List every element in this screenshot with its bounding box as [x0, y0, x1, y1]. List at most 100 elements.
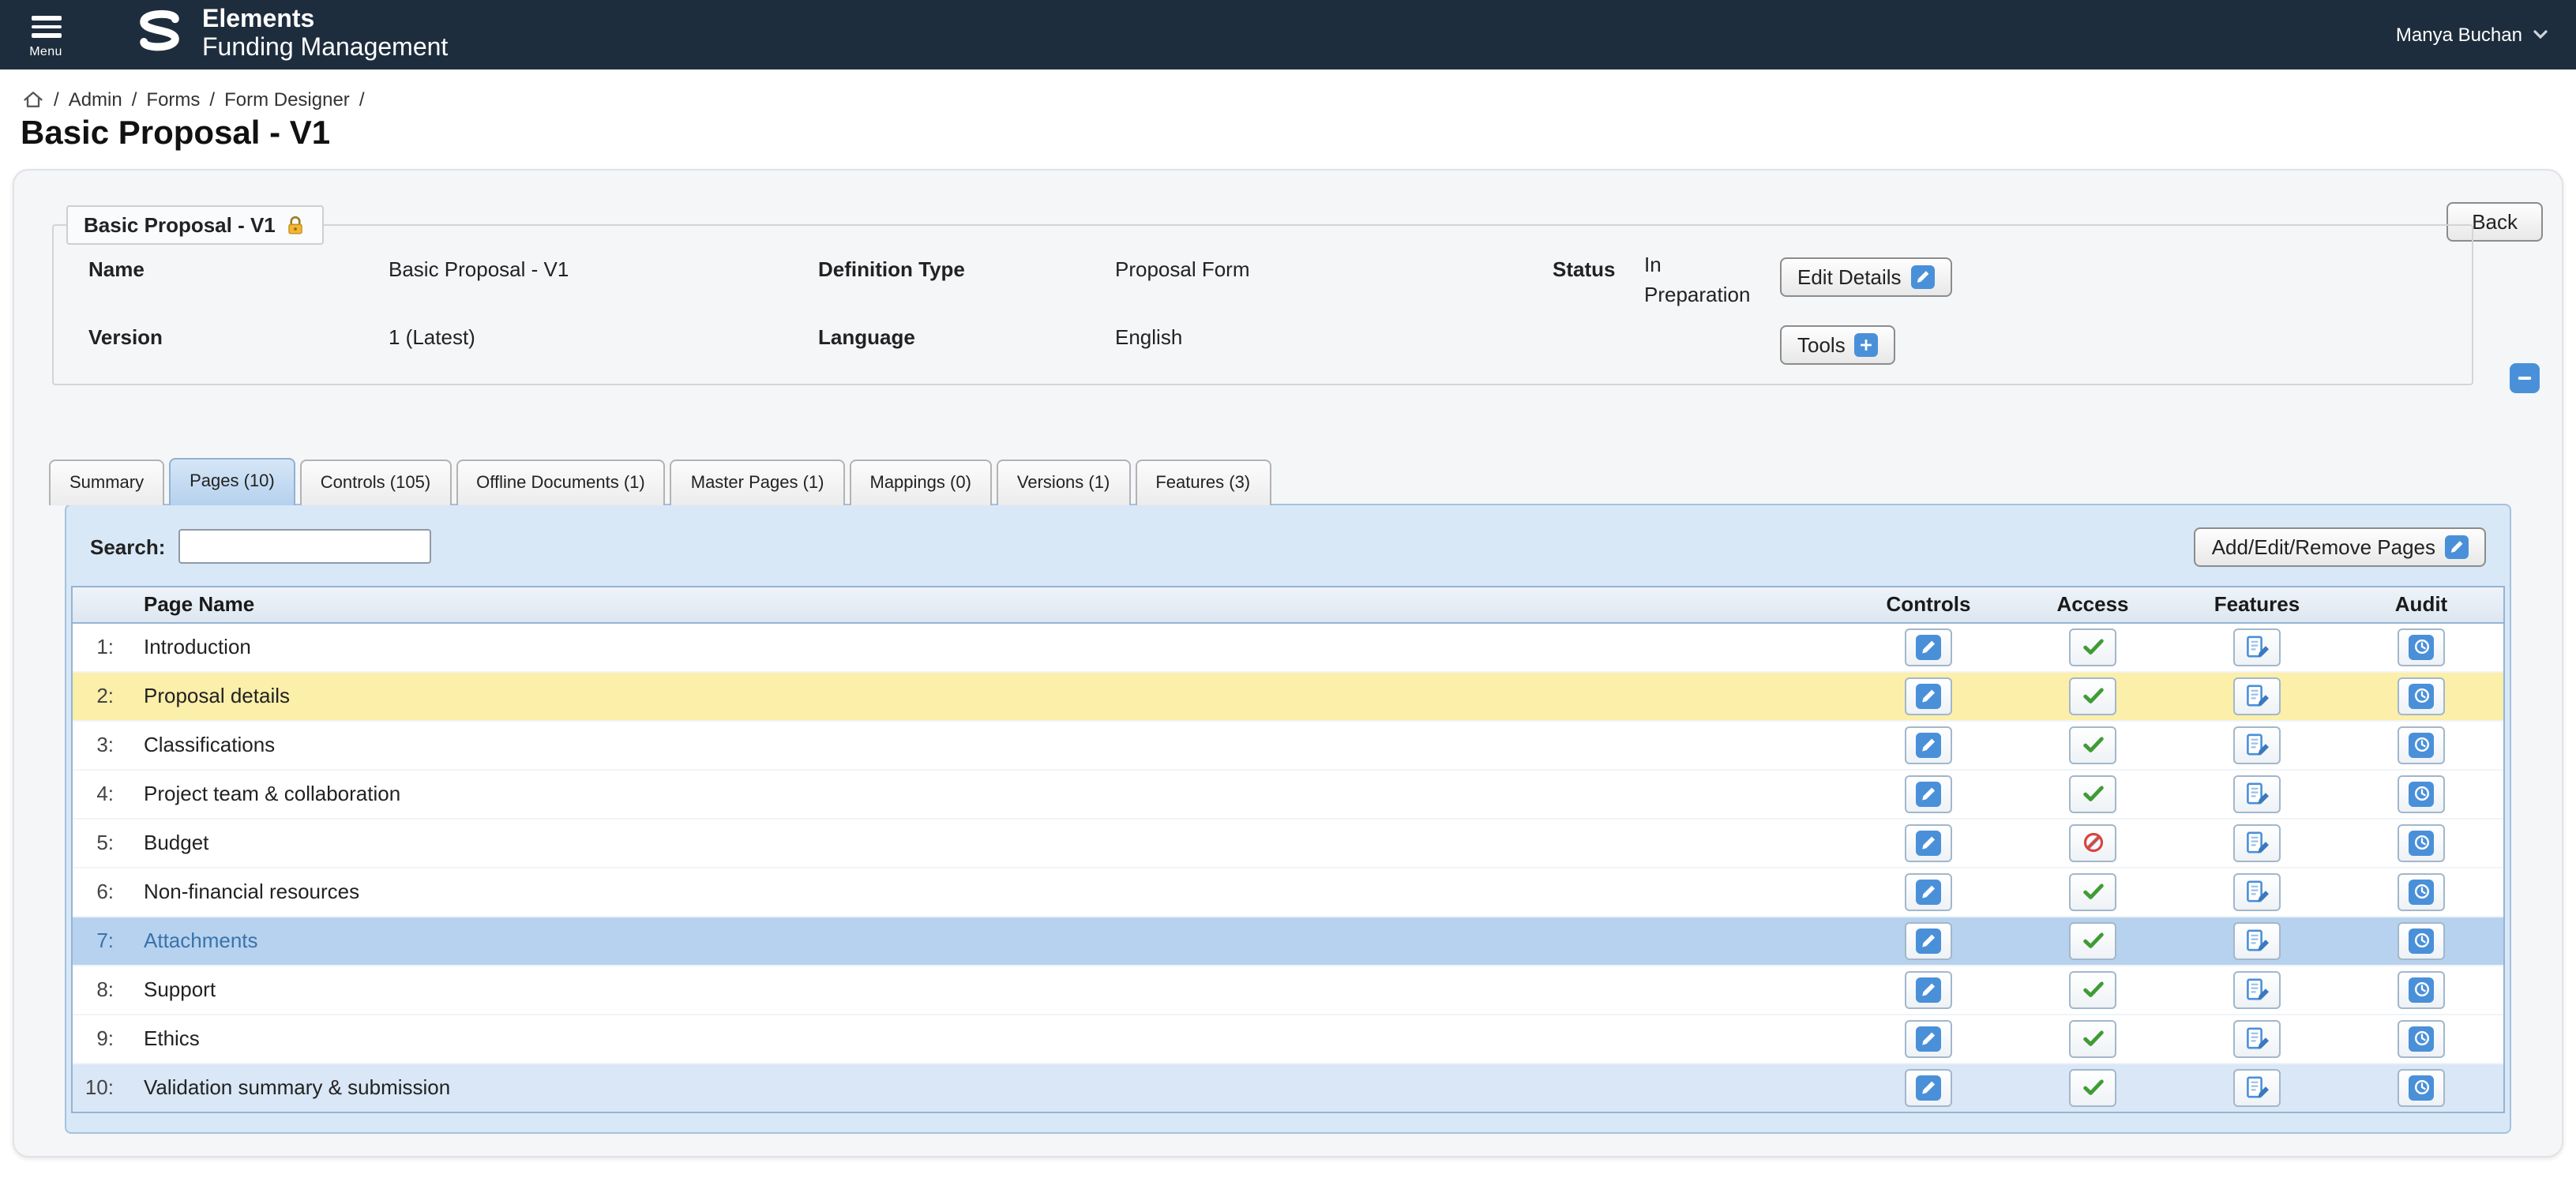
- access-granted-icon: [2081, 929, 2105, 952]
- table-row: 10: Validation summary & submission: [73, 1064, 2503, 1111]
- access-button[interactable]: [2069, 823, 2116, 861]
- clock-icon: [2409, 977, 2434, 1002]
- features-button[interactable]: [2233, 823, 2281, 861]
- controls-button[interactable]: [1905, 628, 1952, 666]
- features-button[interactable]: [2233, 970, 2281, 1008]
- details-grid: Name Basic Proposal - V1 Definition Type…: [88, 257, 2472, 364]
- audit-button[interactable]: [2398, 970, 2445, 1008]
- page-name[interactable]: Support: [123, 977, 1846, 1001]
- access-granted-icon: [2081, 635, 2105, 658]
- audit-button[interactable]: [2398, 1068, 2445, 1106]
- controls-button[interactable]: [1905, 1068, 1952, 1106]
- access-button[interactable]: [2069, 726, 2116, 763]
- features-button[interactable]: [2233, 726, 2281, 763]
- access-granted-icon: [2081, 782, 2105, 805]
- controls-button[interactable]: [1905, 970, 1952, 1008]
- breadcrumb-separator: /: [359, 88, 365, 111]
- page-name[interactable]: Non-financial resources: [123, 880, 1846, 903]
- brand-module: Funding Management: [202, 35, 448, 62]
- page-number: 1:: [73, 635, 123, 658]
- access-granted-icon: [2081, 1075, 2105, 1099]
- page-name[interactable]: Introduction: [123, 635, 1846, 658]
- tab-controls[interactable]: Controls (105): [300, 459, 451, 505]
- page-name[interactable]: Proposal details: [123, 684, 1846, 707]
- controls-button[interactable]: [1905, 1019, 1952, 1057]
- audit-button[interactable]: [2398, 775, 2445, 812]
- features-button[interactable]: [2233, 775, 2281, 812]
- add-edit-remove-pages-button[interactable]: Add/Edit/Remove Pages: [2195, 527, 2486, 566]
- tab-master-pages[interactable]: Master Pages (1): [670, 459, 845, 505]
- access-button[interactable]: [2069, 921, 2116, 959]
- audit-button[interactable]: [2398, 1019, 2445, 1057]
- page-name[interactable]: Validation summary & submission: [123, 1075, 1846, 1099]
- breadcrumb-item-form-designer[interactable]: Form Designer: [224, 88, 350, 111]
- controls-button[interactable]: [1905, 726, 1952, 763]
- access-button[interactable]: [2069, 1019, 2116, 1057]
- audit-button[interactable]: [2398, 921, 2445, 959]
- access-granted-icon: [2081, 684, 2105, 707]
- menu-button[interactable]: Menu: [9, 12, 82, 58]
- features-button[interactable]: [2233, 921, 2281, 959]
- tab-versions[interactable]: Versions (1): [997, 459, 1130, 505]
- page-name[interactable]: Ethics: [123, 1026, 1846, 1050]
- audit-button[interactable]: [2398, 677, 2445, 715]
- edit-pencil-icon: [2445, 535, 2469, 558]
- page-number: 7:: [73, 929, 123, 952]
- page-name[interactable]: Attachments: [123, 929, 1846, 952]
- access-button[interactable]: [2069, 872, 2116, 910]
- access-button[interactable]: [2069, 970, 2116, 1008]
- controls-button[interactable]: [1905, 775, 1952, 812]
- breadcrumb-item-admin[interactable]: Admin: [69, 88, 122, 111]
- clock-icon: [2409, 879, 2434, 904]
- page-title: Basic Proposal - V1: [21, 115, 2576, 153]
- controls-button[interactable]: [1905, 872, 1952, 910]
- breadcrumb-item-forms[interactable]: Forms: [146, 88, 200, 111]
- audit-button[interactable]: [2398, 823, 2445, 861]
- tab-mappings[interactable]: Mappings (0): [850, 459, 992, 505]
- controls-button[interactable]: [1905, 921, 1952, 959]
- controls-button[interactable]: [1905, 677, 1952, 715]
- page-name[interactable]: Project team & collaboration: [123, 782, 1846, 805]
- clock-icon: [2409, 1075, 2434, 1100]
- tab-summary[interactable]: Summary: [49, 459, 164, 505]
- name-value: Basic Proposal - V1: [389, 257, 818, 281]
- search-label: Search:: [90, 535, 165, 558]
- table-row: 7: Attachments: [73, 917, 2503, 966]
- audit-button[interactable]: [2398, 872, 2445, 910]
- edit-pencil-icon: [1916, 634, 1941, 659]
- tab-pages[interactable]: Pages (10): [169, 457, 295, 505]
- audit-button[interactable]: [2398, 628, 2445, 666]
- breadcrumb-separator: /: [54, 88, 59, 111]
- version-label: Version: [88, 325, 389, 348]
- features-button[interactable]: [2233, 1019, 2281, 1057]
- definition-type-value: Proposal Form: [1115, 257, 1553, 281]
- clock-icon: [2409, 928, 2434, 953]
- features-button[interactable]: [2233, 628, 2281, 666]
- access-button[interactable]: [2069, 677, 2116, 715]
- form-edit-icon: [2244, 928, 2270, 953]
- access-button[interactable]: [2069, 628, 2116, 666]
- form-edit-icon: [2244, 879, 2270, 904]
- col-controls: Controls: [1846, 592, 2011, 616]
- edit-details-button[interactable]: Edit Details: [1780, 257, 1952, 297]
- features-button[interactable]: [2233, 872, 2281, 910]
- home-icon[interactable]: [22, 88, 44, 111]
- search-input[interactable]: [178, 529, 430, 564]
- pages-toolbar: Search: Add/Edit/Remove Pages: [71, 523, 2505, 585]
- tools-button[interactable]: Tools: [1780, 325, 1896, 364]
- tab-features[interactable]: Features (3): [1135, 459, 1271, 505]
- page-name[interactable]: Classifications: [123, 733, 1846, 756]
- col-page-name: Page Name: [123, 592, 1846, 616]
- table-row: 4: Project team & collaboration: [73, 770, 2503, 819]
- page-name[interactable]: Budget: [123, 831, 1846, 854]
- tab-offline-documents[interactable]: Offline Documents (1): [456, 459, 666, 505]
- features-button[interactable]: [2233, 1068, 2281, 1106]
- collapse-panel-button[interactable]: [2510, 363, 2540, 393]
- user-menu[interactable]: Manya Buchan: [2396, 0, 2548, 69]
- audit-button[interactable]: [2398, 726, 2445, 763]
- controls-button[interactable]: [1905, 823, 1952, 861]
- access-button[interactable]: [2069, 775, 2116, 812]
- features-button[interactable]: [2233, 677, 2281, 715]
- access-button[interactable]: [2069, 1068, 2116, 1106]
- name-label: Name: [88, 257, 389, 281]
